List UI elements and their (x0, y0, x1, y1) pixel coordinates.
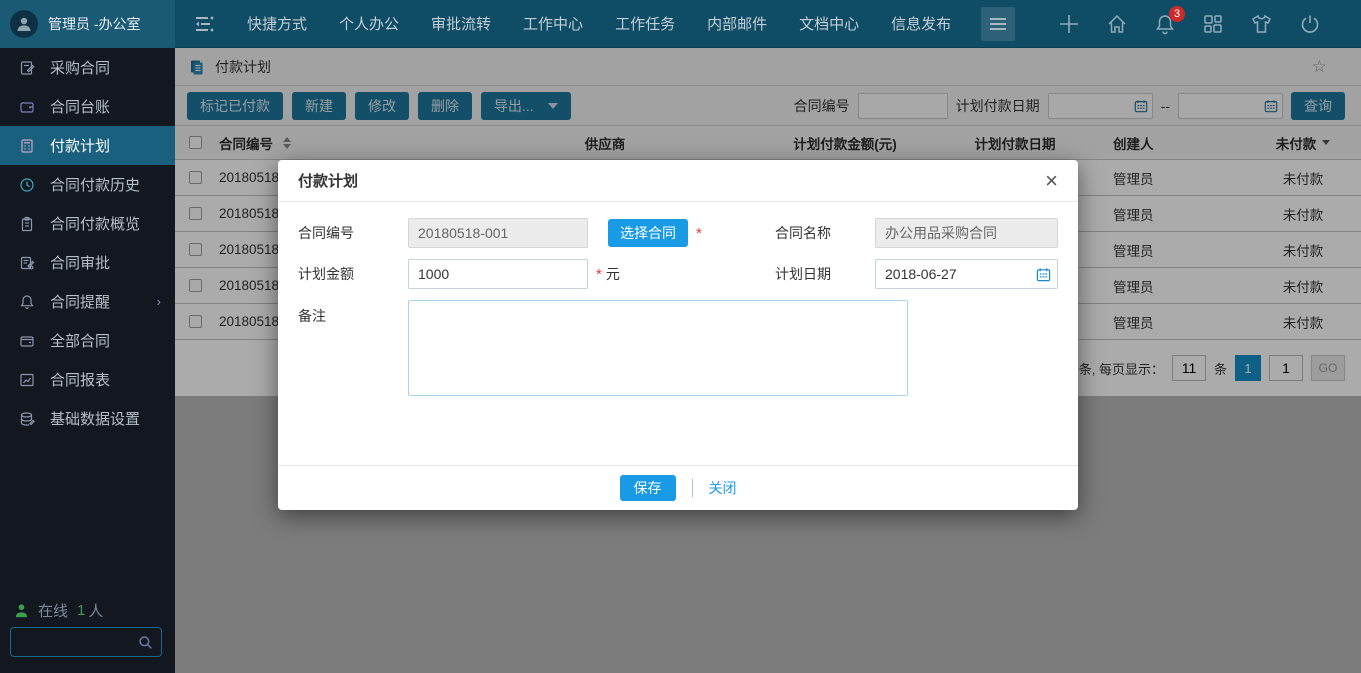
plan-amount-field[interactable] (408, 259, 588, 289)
online-person-icon (14, 603, 29, 618)
sidebar-item-label: 基础数据设置 (50, 408, 140, 429)
sidebar-item-contract-ledger[interactable]: 合同台账 (0, 87, 175, 126)
required-mark: * (696, 225, 702, 242)
remark-label: 备注 (298, 300, 408, 326)
modal-footer: 保存 关闭 (278, 465, 1078, 510)
amount-unit: 元 (606, 264, 620, 284)
topbar-menu-item[interactable]: 工作中心 (523, 13, 583, 34)
wallet-icon (18, 99, 36, 115)
modal-title: 付款计划 (298, 170, 358, 191)
payment-plan-modal: 付款计划 × 合同编号 选择合同 * 合同名称 计划金额 * 元 计划日期 (278, 160, 1078, 510)
sidebar-item-label: 全部合同 (50, 330, 110, 351)
online-label: 在线 (38, 600, 68, 621)
modal-header: 付款计划 × (278, 160, 1078, 202)
online-count: 1 (77, 602, 85, 619)
sidebar-item-contract-approval[interactable]: 合同审批 (0, 243, 175, 282)
topbar-menu-item[interactable]: 信息发布 (891, 13, 951, 34)
doc-edit-icon (18, 60, 36, 76)
close-link[interactable]: 关闭 (709, 478, 737, 498)
clipboard-icon (18, 216, 36, 232)
topbar-menu-item[interactable]: 审批流转 (431, 13, 491, 34)
remark-textarea[interactable] (408, 300, 908, 396)
sidebar-search (10, 627, 162, 657)
sidebar-item-contract-reminder[interactable]: 合同提醒 › (0, 282, 175, 321)
notifications-icon[interactable]: 3 (1154, 13, 1176, 35)
close-icon[interactable]: × (1045, 170, 1058, 192)
sidebar-item-label: 合同台账 (50, 96, 110, 117)
bell-icon (18, 294, 36, 310)
online-unit: 人 (88, 600, 103, 621)
search-icon[interactable] (138, 635, 153, 650)
sidebar-item-all-contracts[interactable]: 全部合同 (0, 321, 175, 360)
topbar: 管理员 -办公室 快捷方式 个人办公 审批流转 工作中心 工作任务 内 (0, 0, 1361, 48)
wallet-icon (18, 333, 36, 349)
clock-icon (18, 177, 36, 193)
sidebar-item-label: 合同审批 (50, 252, 110, 273)
sidebar-collapse-icon[interactable] (193, 15, 217, 33)
sidebar-item-base-data-settings[interactable]: 基础数据设置 (0, 399, 175, 438)
plan-date-label: 计划日期 (775, 264, 875, 284)
modal-body: 合同编号 选择合同 * 合同名称 计划金额 * 元 计划日期 (278, 202, 1078, 396)
add-icon[interactable] (1058, 13, 1080, 35)
sidebar-item-label: 合同付款概览 (50, 213, 140, 234)
theme-shirt-icon[interactable] (1250, 13, 1273, 35)
sidebar-item-label: 采购合同 (50, 57, 110, 78)
topbar-menu-item[interactable]: 内部邮件 (707, 13, 767, 34)
sidebar-item-label: 合同提醒 (50, 291, 110, 312)
chevron-right-icon: › (157, 294, 161, 309)
topbar-menu-item[interactable]: 文档中心 (799, 13, 859, 34)
power-icon[interactable] (1299, 13, 1321, 35)
select-contract-button[interactable]: 选择合同 (608, 219, 688, 247)
sidebar: 采购合同 合同台账 付款计划 合同付款历史 合同付款概览 合同审批 合同提醒 › (0, 48, 175, 673)
database-icon (18, 411, 36, 427)
online-status: 在线 1人 (14, 600, 103, 621)
home-icon[interactable] (1106, 13, 1128, 35)
sidebar-item-label: 合同付款历史 (50, 174, 140, 195)
apps-icon[interactable] (1202, 13, 1224, 35)
sidebar-item-purchase-contract[interactable]: 采购合同 (0, 48, 175, 87)
plan-amount-label: 计划金额 (298, 264, 408, 284)
sidebar-item-contract-reports[interactable]: 合同报表 (0, 360, 175, 399)
contract-no-label: 合同编号 (298, 223, 408, 243)
user-name: 管理员 -办公室 (48, 14, 141, 34)
sidebar-item-label: 付款计划 (50, 135, 110, 156)
contract-name-field (875, 218, 1058, 248)
contract-no-field (408, 218, 588, 248)
user-menu[interactable]: 管理员 -办公室 (0, 0, 175, 48)
plan-date-field[interactable] (875, 259, 1058, 289)
chart-icon (18, 372, 36, 388)
sidebar-search-input[interactable] (11, 635, 138, 650)
calendar-icon[interactable] (1036, 267, 1051, 282)
notification-badge: 3 (1169, 6, 1185, 22)
sidebar-item-payment-history[interactable]: 合同付款历史 (0, 165, 175, 204)
footer-separator (692, 479, 693, 497)
more-menu-icon[interactable] (981, 7, 1015, 41)
avatar (10, 10, 38, 38)
sidebar-item-label: 合同报表 (50, 369, 110, 390)
app-window: 管理员 -办公室 快捷方式 个人办公 审批流转 工作中心 工作任务 内 (0, 0, 1361, 673)
required-mark: * (596, 266, 602, 283)
save-button[interactable]: 保存 (620, 475, 676, 501)
payment-plan-icon (18, 138, 36, 154)
contract-name-label: 合同名称 (775, 223, 875, 243)
sidebar-item-payment-overview[interactable]: 合同付款概览 (0, 204, 175, 243)
approval-doc-icon (18, 255, 36, 271)
sidebar-item-payment-plan[interactable]: 付款计划 (0, 126, 175, 165)
topbar-menu-item[interactable]: 快捷方式 (247, 13, 307, 34)
topbar-menu-item[interactable]: 个人办公 (339, 13, 399, 34)
topbar-menu-item[interactable]: 工作任务 (615, 13, 675, 34)
